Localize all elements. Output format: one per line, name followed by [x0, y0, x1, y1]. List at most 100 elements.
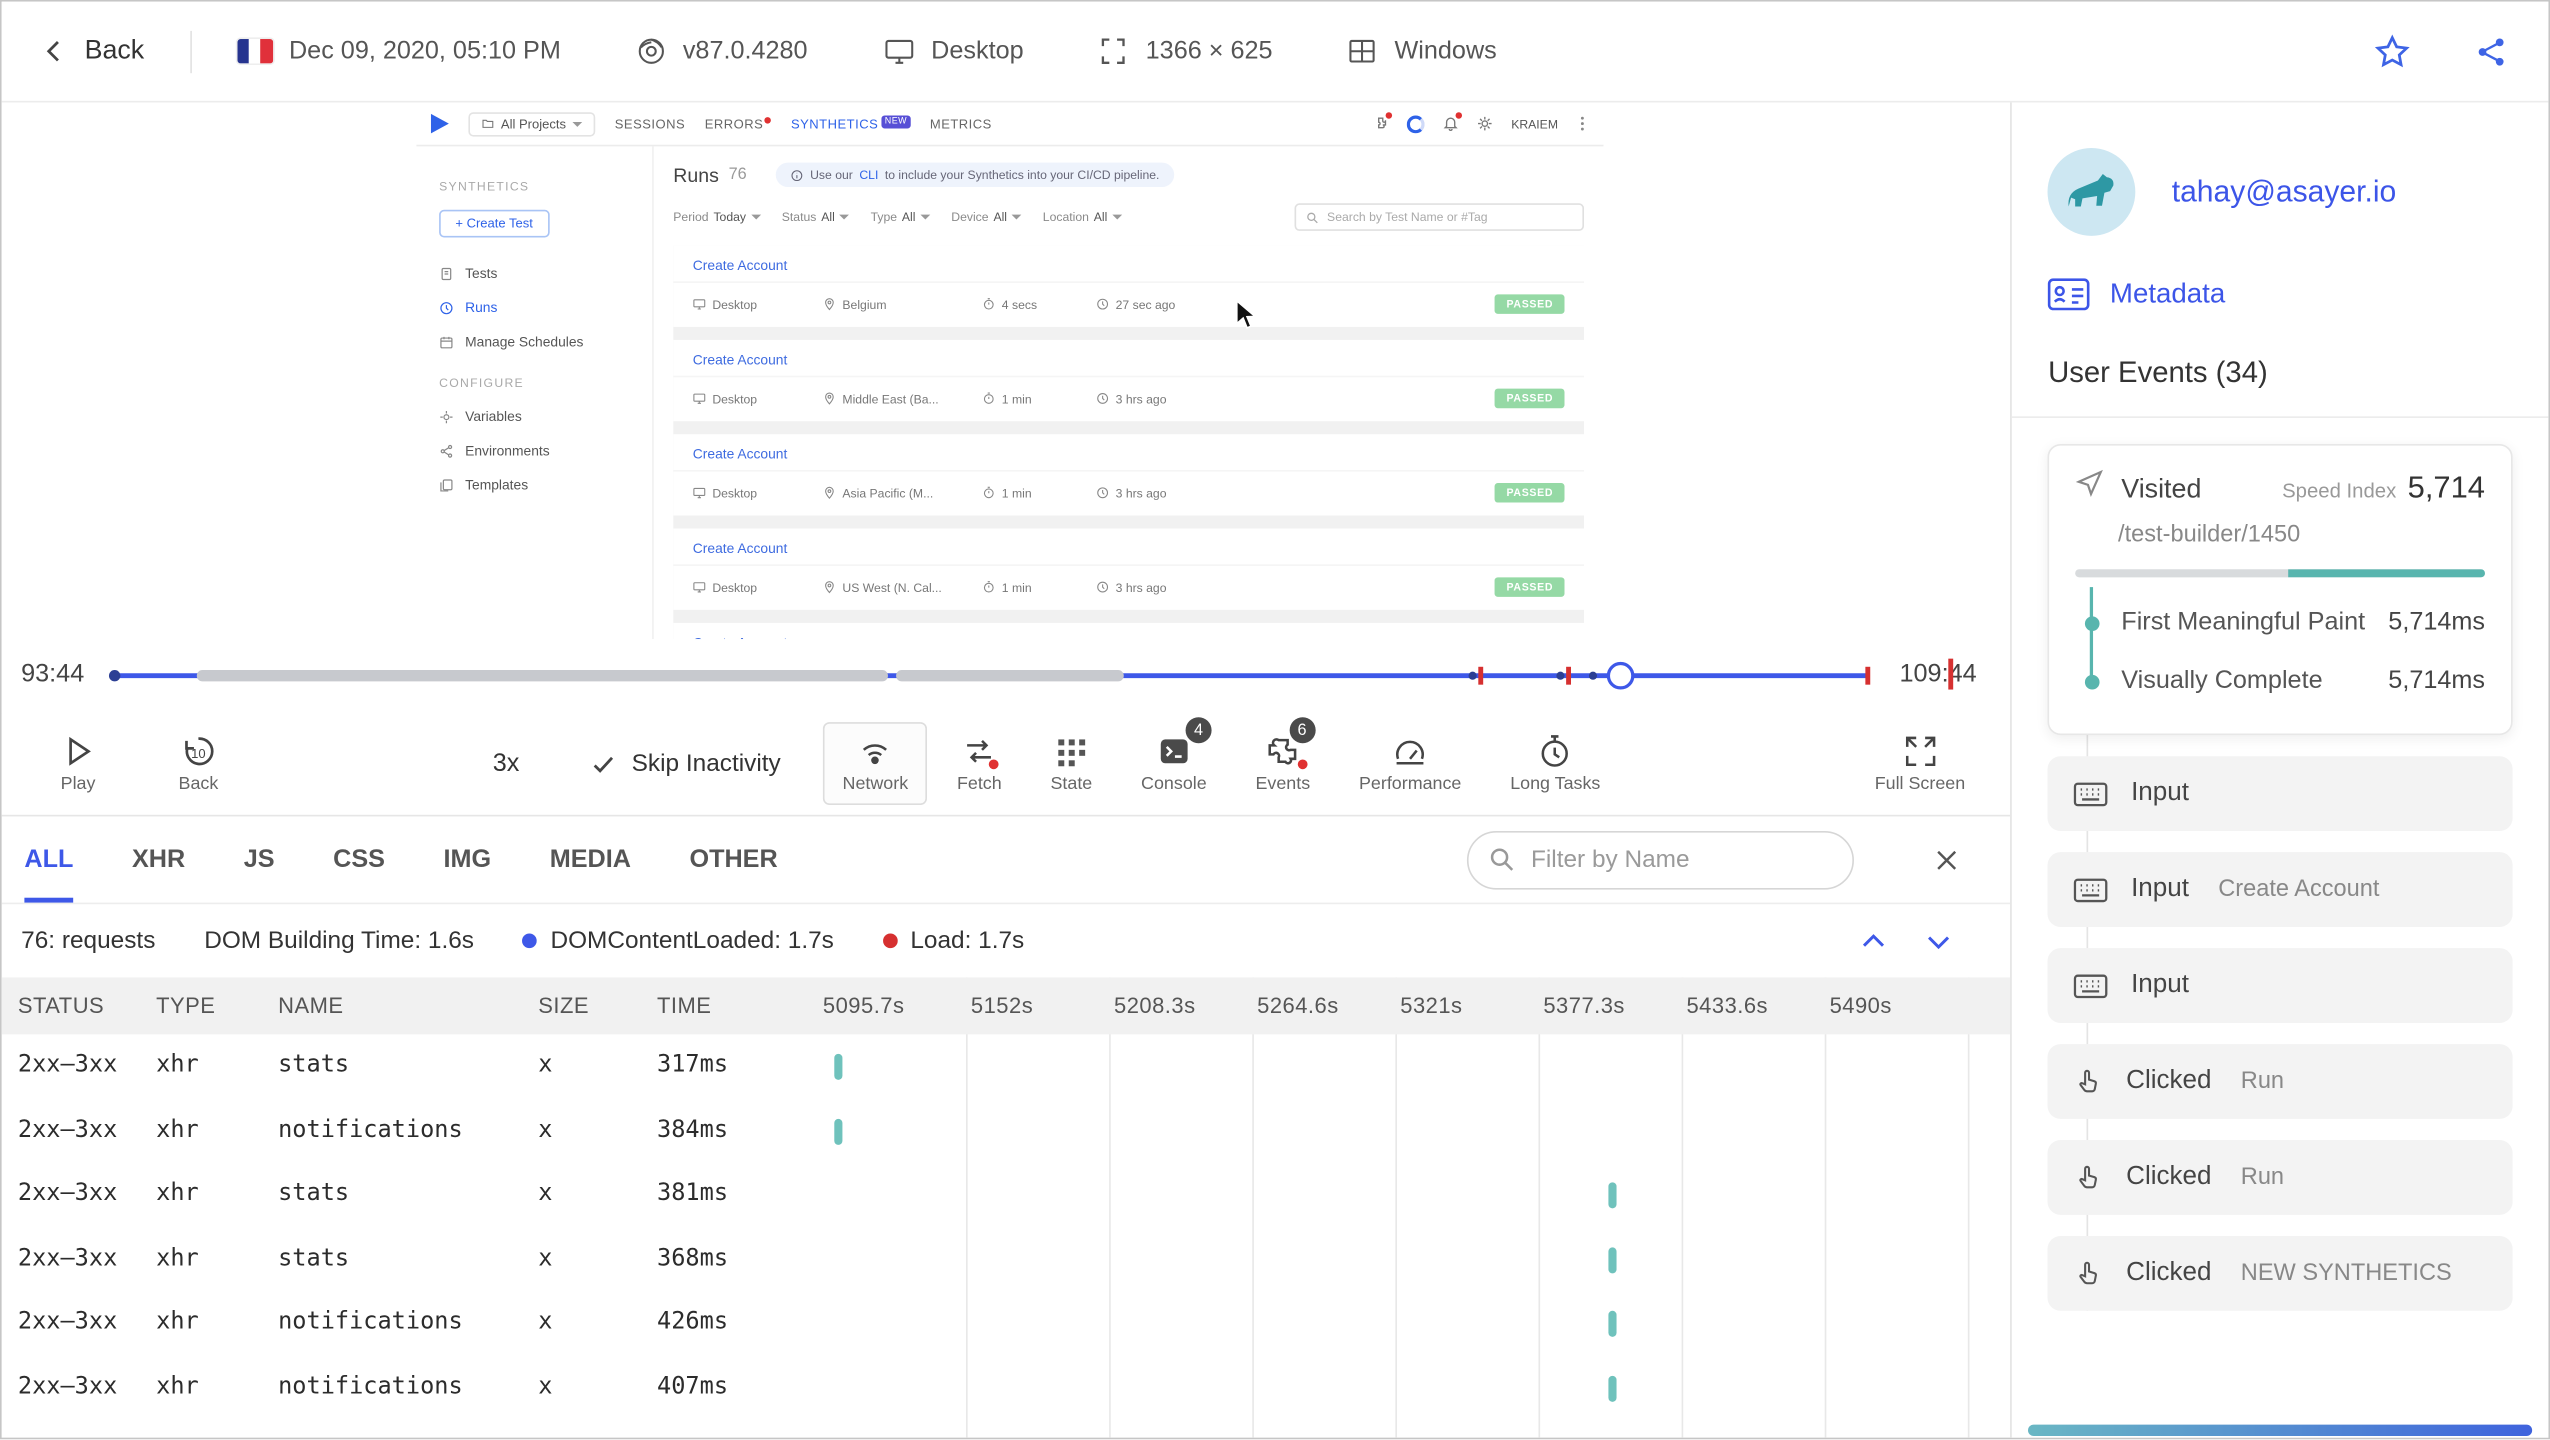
- network-tab-other[interactable]: OTHER: [689, 845, 777, 874]
- monitor-icon: [884, 39, 913, 64]
- player-controls: Play 10 Back 3x Skip Inactivity Network: [1, 713, 2011, 817]
- filter-device: Device All: [951, 210, 1022, 224]
- jump-previous-button[interactable]: [1858, 925, 1891, 958]
- location-pin-icon: [825, 486, 834, 500]
- metadata-button[interactable]: Metadata: [2048, 278, 2513, 311]
- sidebar-section-configure: CONFIGURE: [439, 375, 524, 391]
- network-panel: ALL XHR JS CSS IMG MEDIA OTHER Filter by…: [1, 816, 2011, 1438]
- tool-fetch[interactable]: Fetch: [937, 723, 1021, 806]
- milestone-dot: [2084, 674, 2100, 689]
- tool-events[interactable]: 6 Events: [1236, 717, 1330, 806]
- gear-icon: [1478, 116, 1492, 131]
- run-row: Create Account Desktop Asia Pacific (M..…: [673, 434, 1585, 516]
- runs-filters: Period Today Status All Type All Device All …: [673, 203, 1585, 231]
- run-name-link: Create Account: [673, 623, 1584, 639]
- player-timeline: 93:44 109:44: [1, 639, 2011, 714]
- network-request-row[interactable]: 2xx–3xx xhr stats x 368ms: [2, 1228, 2011, 1292]
- speed-toggle[interactable]: 3x: [493, 749, 520, 778]
- time-tick: 5095.7s: [822, 993, 905, 1019]
- event-card-clicked[interactable]: Clicked Run: [2048, 1044, 2513, 1119]
- tool-console[interactable]: 4 Console: [1122, 717, 1227, 806]
- network-summary: 76: requests DOM Building Time: 1.6s DOM…: [2, 904, 2011, 977]
- app-navbar-actions: KRAIEM: [1373, 112, 1589, 133]
- events-count-badge: 6: [1289, 717, 1316, 744]
- page-load-bar: [2075, 569, 2485, 578]
- mouse-cursor: [1235, 299, 1258, 329]
- event-marker: [1588, 671, 1598, 680]
- network-request-row[interactable]: 2xx–3xx xhr notifications x 384ms: [2, 1099, 2011, 1163]
- column-type: TYPE: [156, 993, 216, 1019]
- jump-next-button[interactable]: [1923, 925, 1956, 958]
- device-type: Desktop: [882, 36, 1024, 67]
- jump-controls: [1858, 925, 1956, 958]
- tool-performance[interactable]: Performance: [1339, 723, 1480, 806]
- session-replay-page: Back Dec 09, 2020, 05:10 PM v87.0.4280 D…: [0, 0, 2550, 1440]
- click-pointer-icon: [2079, 1260, 2098, 1284]
- event-card-clicked[interactable]: Clicked NEW SYNTHETICS: [2048, 1235, 2513, 1311]
- integrations-icon: [1373, 112, 1393, 131]
- visited-path: /test-builder/1450: [2118, 522, 2301, 549]
- document-icon: [441, 267, 452, 280]
- back-10s-button[interactable]: 10 Back: [148, 734, 249, 794]
- notification-dot: [764, 116, 772, 123]
- search-icon: [1491, 848, 1514, 871]
- skip-inactivity-checkbox[interactable]: Skip Inactivity: [591, 750, 781, 778]
- event-card-visited[interactable]: Visited Speed Index 5,714 /test-builder/…: [2048, 443, 2513, 736]
- event-card-input[interactable]: Input Create Account: [2048, 852, 2513, 927]
- tool-network[interactable]: Network: [823, 722, 928, 806]
- dcl-marker-dot: [522, 933, 538, 949]
- share-button[interactable]: [2474, 33, 2510, 69]
- calendar-icon: [440, 336, 453, 348]
- tool-long-tasks[interactable]: Long Tasks: [1491, 723, 1620, 806]
- animal-avatar-icon: [2069, 174, 2115, 207]
- runs-list: Create Account Desktop Belgium 4 secs 27…: [673, 245, 1585, 640]
- network-filter-input[interactable]: [1530, 845, 1808, 874]
- network-tab-js[interactable]: JS: [244, 845, 275, 874]
- scroll-indicator[interactable]: [2028, 1424, 2533, 1437]
- timeline-track[interactable]: [108, 661, 1871, 690]
- event-card-clicked[interactable]: Clicked Run: [2048, 1140, 2513, 1215]
- player-tools: Network Fetch State 4 Console 6 Events P…: [823, 717, 1985, 806]
- network-tab-media[interactable]: MEDIA: [550, 845, 631, 874]
- console-icon: [1160, 739, 1188, 764]
- run-name-link: Create Account: [673, 340, 1585, 378]
- sidebar-item-runs: Runs: [439, 299, 629, 316]
- back-button[interactable]: Back: [41, 35, 145, 67]
- network-tab-css[interactable]: CSS: [333, 845, 385, 874]
- monitor-icon: [693, 487, 706, 499]
- browser-version: v87.0.4280: [636, 36, 808, 67]
- keyboard-icon: [2074, 781, 2109, 806]
- device-type-label: Desktop: [931, 36, 1024, 65]
- network-tab-img[interactable]: IMG: [444, 845, 492, 874]
- kebab-menu-icon: [1580, 116, 1584, 131]
- time-tick: 5208.3s: [1114, 993, 1196, 1019]
- chevron-down-icon: [920, 214, 931, 220]
- speed-index-label: Speed Index: [2282, 479, 2397, 503]
- network-request-row[interactable]: 2xx–3xx xhr stats x 317ms: [2, 1034, 2011, 1098]
- network-tab-xhr[interactable]: XHR: [132, 845, 185, 874]
- network-request-row[interactable]: 2xx–3xx xhr notifications x 426ms: [2, 1292, 2011, 1356]
- back-label: Back: [84, 35, 145, 66]
- play-button[interactable]: Play: [28, 734, 129, 794]
- network-icon: [863, 744, 888, 765]
- total-duration: 109:44: [1899, 660, 1977, 688]
- favorite-star-button[interactable]: [2373, 32, 2412, 71]
- timer-icon: [983, 392, 994, 404]
- network-tab-all[interactable]: ALL: [24, 845, 74, 902]
- id-card-icon: [2048, 278, 2091, 311]
- event-card-input[interactable]: Input: [2048, 756, 2513, 832]
- check-icon: [594, 756, 614, 773]
- resolution-icon: [1102, 38, 1126, 64]
- status-badge: PASSED: [1495, 294, 1565, 314]
- location-pin-icon: [825, 581, 834, 594]
- tool-state[interactable]: State: [1031, 723, 1112, 806]
- playhead-handle[interactable]: [1606, 661, 1635, 690]
- replay-viewport: All Projects SESSIONS ERRORS SYNTHETICS N…: [1, 102, 2011, 640]
- close-panel-button[interactable]: [1933, 845, 1962, 874]
- network-request-row[interactable]: 2xx–3xx xhr notifications x 407ms: [2, 1356, 2011, 1420]
- network-request-row[interactable]: 2xx–3xx xhr stats x 381ms: [2, 1163, 2011, 1227]
- click-pointer-icon: [2079, 1069, 2098, 1092]
- tool-full-screen[interactable]: Full Screen: [1855, 723, 1985, 806]
- chevron-down-icon: [572, 121, 583, 127]
- event-card-input[interactable]: Input: [2048, 948, 2513, 1023]
